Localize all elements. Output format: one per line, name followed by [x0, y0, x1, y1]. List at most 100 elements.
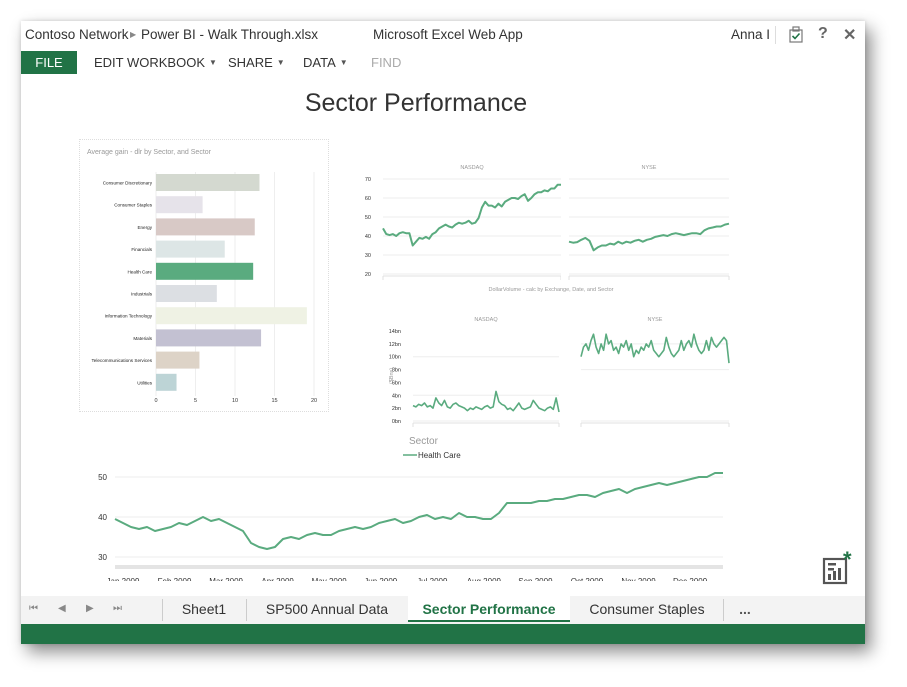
breadcrumb-separator-icon: ▶ [130, 30, 137, 39]
bar-information-technology [156, 307, 307, 325]
share-menu[interactable]: SHARE ▼ [228, 51, 285, 74]
x-tick-label: Jan 2009 [107, 577, 140, 581]
title-bar: Contoso Network ▶ Power BI - Walk Throug… [21, 21, 865, 49]
edit-workbook-menu[interactable]: EDIT WORKBOOK ▼ [94, 51, 217, 74]
chart-subtitle: NASDAQ [474, 317, 498, 323]
chart-subtitle: NYSE [648, 317, 663, 323]
sheet-tab-consumer-staples[interactable]: Consumer Staples [577, 596, 717, 622]
first-sheet-icon[interactable]: ⏮ [29, 603, 38, 614]
sheet-tab-sp500-annual-data[interactable]: SP500 Annual Data [253, 596, 401, 622]
last-sheet-icon[interactable]: ⏭ [113, 603, 122, 614]
x-tick-label: Nov 2009 [621, 577, 656, 581]
svg-text:*: * [843, 549, 852, 572]
y-tick-label: 12bn [389, 342, 401, 348]
nasdaq-price-chart[interactable]: NASDAQ20304050607020092010 [361, 141, 561, 281]
x-tick-label: Jul 2009 [417, 577, 448, 581]
chevron-down-icon: ▼ [276, 58, 285, 67]
breadcrumb-root-link[interactable]: Contoso Network [25, 27, 129, 42]
user-name-button[interactable]: Anna I [731, 27, 770, 42]
help-icon[interactable]: ? [818, 25, 828, 43]
legend-title: Sector [409, 436, 439, 447]
tab-divider [723, 599, 724, 621]
x-tick-label: 20 [311, 398, 317, 404]
bar-chart-svg: Average gain - dlr by Sector, and Sector… [87, 149, 317, 404]
chevron-down-icon: ▼ [209, 58, 217, 67]
category-label: Industrials [131, 292, 153, 297]
category-label: Materials [133, 336, 152, 341]
y-tick-label: 40 [98, 513, 107, 522]
series-line-health-care [568, 222, 730, 252]
y-axis-label: ($Bns) [389, 368, 395, 384]
power-bi-qa-icon[interactable]: * [821, 547, 855, 585]
y-tick-label: 50 [98, 473, 107, 482]
edit-workbook-label: EDIT WORKBOOK [94, 55, 205, 70]
previous-sheet-icon[interactable]: ◀ [58, 603, 66, 614]
y-tick-label: 2bn [392, 406, 401, 412]
y-tick-label: 4bn [392, 393, 401, 399]
x-tick-label: May 2009 [312, 577, 348, 581]
sheet-tab-sheet1[interactable]: Sheet1 [171, 596, 237, 622]
horizontal-scrollbar [115, 565, 723, 569]
y-tick-label: 10bn [389, 355, 401, 361]
series-line-health-care [114, 472, 723, 550]
bar-materials [156, 329, 262, 347]
series-line-health-care [412, 390, 560, 413]
data-menu[interactable]: DATA ▼ [303, 51, 348, 74]
x-tick-label: Sep 2009 [518, 577, 553, 581]
x-tick-label: Oct 2009 [571, 577, 604, 581]
file-tab[interactable]: FILE [21, 51, 77, 74]
series-line-health-care [580, 333, 730, 364]
tab-divider [162, 599, 163, 621]
category-label: Consumer Staples [114, 203, 152, 208]
bar-health-care [156, 262, 254, 280]
clipboard-check-icon[interactable] [789, 26, 803, 48]
y-tick-label: 0bn [392, 419, 401, 425]
x-tick-label: Dec 2009 [673, 577, 708, 581]
x-tick-label: 5 [194, 398, 197, 404]
y-tick-label: 20 [365, 272, 371, 278]
bar-consumer-staples [156, 196, 203, 214]
close-icon[interactable]: ✕ [843, 25, 856, 45]
category-label: Energy [137, 225, 152, 230]
chart-subtitle: NASDAQ [460, 165, 484, 171]
data-label: DATA [303, 55, 336, 70]
sector-gain-bar-chart[interactable]: Average gain - dlr by Sector, and Sector… [79, 139, 329, 412]
more-sheets-button[interactable]: ... [733, 596, 757, 622]
category-label: Health Care [127, 269, 152, 274]
y-tick-label: 60 [365, 196, 371, 202]
sheet-tab-bar: ⏮ ◀ ▶ ⏭ Sheet1 SP500 Annual Data Sector … [21, 596, 865, 624]
x-tick-label: Mar 2009 [209, 577, 243, 581]
y-tick-label: 30 [365, 253, 371, 259]
share-label: SHARE [228, 55, 273, 70]
next-sheet-icon[interactable]: ▶ [86, 603, 94, 614]
legend-label: Health Care [418, 451, 461, 460]
bar-telecommunications-services [156, 351, 200, 369]
bar-consumer-discretionary [156, 174, 260, 191]
titlebar-divider [775, 26, 776, 44]
file-name: Power BI - Walk Through.xlsx [141, 27, 319, 42]
nyse-price-chart[interactable]: NYSE20092010 [561, 141, 741, 281]
category-label: Consumer Discretionary [103, 181, 153, 186]
page-title: Sector Performance [304, 89, 528, 117]
bar-energy [156, 218, 255, 236]
x-tick-label: Apr 2009 [261, 577, 294, 581]
nyse-volume-chart[interactable]: NYSEJan 2009Jul 2009 [561, 293, 741, 433]
y-tick-label: 70 [365, 177, 371, 183]
category-label: Utilities [137, 380, 153, 385]
find-button[interactable]: FIND [371, 51, 401, 74]
nasdaq-volume-chart[interactable]: NASDAQ0bn2bn4bn6bn8bn10bn12bn14bn($Bns)J… [361, 293, 561, 433]
chevron-down-icon: ▼ [339, 58, 348, 67]
x-tick-label: 10 [232, 398, 238, 404]
health-care-trend-chart[interactable]: Sector Health Care 30 40 50 Jan 2009 Feb 2009 M… [81, 431, 731, 581]
app-name: Microsoft Excel Web App [373, 27, 523, 42]
tab-divider [246, 599, 247, 621]
x-tick-label: 15 [271, 398, 277, 404]
category-label: Information Technology [105, 314, 153, 319]
sheet-tab-sector-performance[interactable]: Sector Performance [408, 596, 570, 622]
y-tick-label: 14bn [389, 329, 401, 335]
ribbon: FILE EDIT WORKBOOK ▼ SHARE ▼ DATA ▼ FIND [21, 51, 865, 75]
bar-financials [156, 240, 225, 258]
category-label: Telecommunications Services [91, 358, 152, 363]
excel-window: Contoso Network ▶ Power BI - Walk Throug… [21, 21, 865, 644]
category-label: Financials [131, 247, 152, 252]
